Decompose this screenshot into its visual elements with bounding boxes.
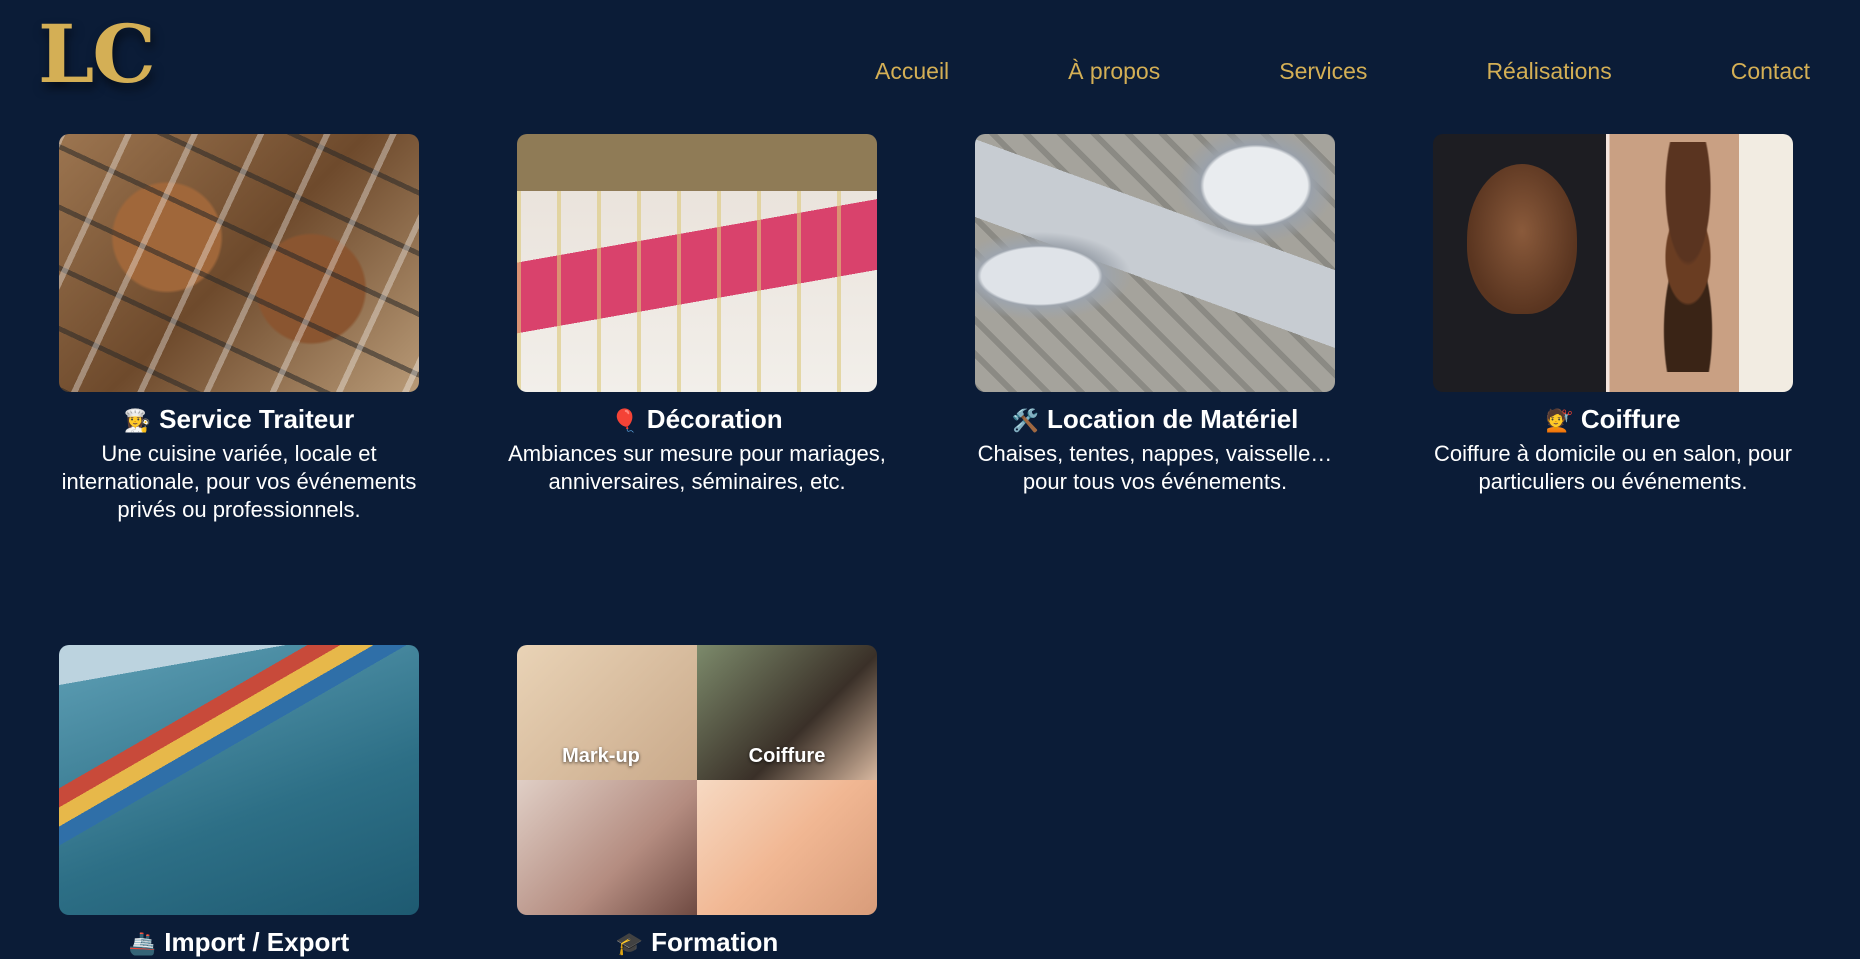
cook-icon: 👩‍🍳	[123, 408, 152, 433]
service-description: Coiffure à domicile ou en salon, pour pa…	[1434, 441, 1792, 494]
service-card-formation: Mark-up Coiffure 🎓 Formation	[487, 645, 907, 959]
nav-accueil[interactable]: Accueil	[875, 58, 949, 85]
service-title: 💇 Coiffure	[1545, 404, 1681, 434]
graduation-cap-icon: 🎓	[615, 931, 644, 956]
service-title: 🎓 Formation	[615, 927, 779, 957]
service-title: 🚢 Import / Export	[128, 927, 350, 957]
nav-realisations[interactable]: Réalisations	[1486, 58, 1611, 85]
service-card-coiffure: 💇 Coiffure Coiffure à domicile ou en salo…	[1403, 134, 1823, 496]
service-card-traiteur: 👩‍🍳 Service Traiteur Une cuisine variée, …	[29, 134, 449, 524]
traiteur-image	[59, 134, 419, 392]
image-label: Mark-up	[562, 745, 640, 767]
nav-contact[interactable]: Contact	[1731, 58, 1810, 85]
decoration-image	[517, 134, 877, 392]
service-title: 👩‍🍳 Service Traiteur	[123, 404, 355, 434]
service-card-import-export: 🚢 Import / Export	[29, 645, 449, 959]
service-description: Chaises, tentes, nappes, vaisselle… pour…	[977, 441, 1333, 494]
service-card-decoration: 🎈 Décoration Ambiances sur mesure pour ma…	[487, 134, 907, 496]
service-description: Ambiances sur mesure pour mariages, anni…	[508, 441, 886, 494]
import-export-image	[59, 645, 419, 915]
hairdresser-icon: 💇	[1545, 408, 1573, 433]
tools-icon: 🛠️	[1011, 408, 1039, 433]
logo[interactable]: LC	[38, 14, 156, 94]
service-title: 🛠️ Location de Matériel	[1011, 404, 1299, 434]
nav-a-propos[interactable]: À propos	[1068, 58, 1160, 85]
service-description: Une cuisine variée, locale et internatio…	[61, 441, 417, 522]
main-nav: Accueil À propos Services Réalisations C…	[875, 58, 1810, 85]
image-label: Coiffure	[748, 745, 826, 767]
coiffure-image	[1433, 134, 1793, 392]
nav-services[interactable]: Services	[1279, 58, 1367, 85]
service-title: 🎈 Décoration	[611, 404, 783, 434]
formation-image: Mark-up Coiffure	[517, 645, 877, 915]
balloon-icon: 🎈	[611, 408, 639, 433]
service-card-location: 🛠️ Location de Matériel Chaises, tentes, …	[945, 134, 1365, 496]
ship-icon: 🚢	[128, 931, 157, 956]
location-image	[975, 134, 1335, 392]
